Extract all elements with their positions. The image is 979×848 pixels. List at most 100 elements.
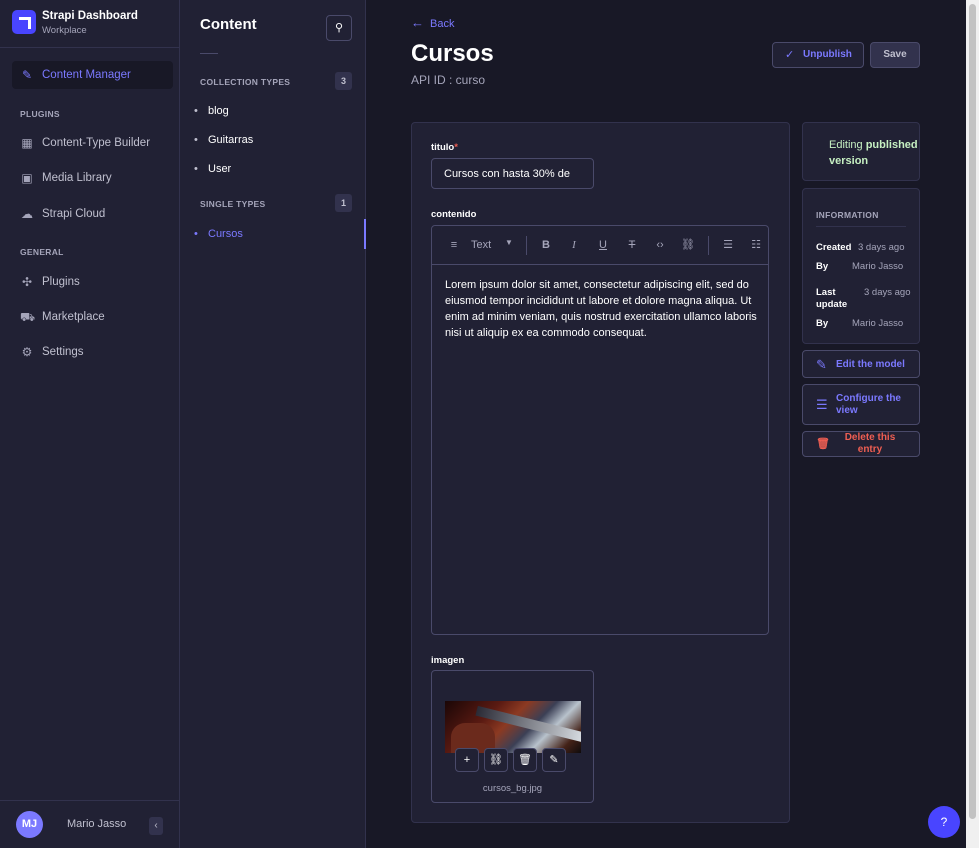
configure-view-label: Configure the view — [836, 393, 901, 416]
main-navigation: Strapi Dashboard Workplace ✎ Content Man… — [0, 0, 180, 848]
page-title: Cursos — [411, 40, 494, 67]
nav-item-settings[interactable]: ⚙ Settings — [12, 338, 173, 366]
back-label: Back — [430, 18, 455, 30]
search-icon: ⚲ — [334, 22, 344, 34]
publication-status-card: Editing published version — [802, 122, 920, 181]
image-media-field: + ⛓ 🗑 ✎ cursos_bg.jpg — [431, 670, 594, 803]
contenido-editor-content[interactable]: Lorem ipsum dolor sit amet, consectetur … — [445, 277, 759, 341]
toolbar-separator — [526, 236, 527, 255]
unpublish-button[interactable]: ✓ Unpublish — [772, 42, 864, 68]
save-button[interactable]: Save — [870, 42, 920, 68]
nav-item-label: Settings — [42, 346, 84, 358]
edit-model-button[interactable]: ✎ Edit the model — [802, 350, 920, 378]
sub-nav-item-guitarras[interactable]: Guitarras — [194, 134, 253, 146]
sub-nav-item-cursos[interactable]: Cursos — [194, 228, 243, 240]
sub-nav-item-user[interactable]: User — [194, 163, 231, 175]
created-value: 3 days ago — [858, 242, 905, 253]
link-icon: ⛓ — [489, 754, 503, 766]
single-types-header: SINGLE TYPES — [200, 199, 266, 209]
contenido-label: contenido — [431, 209, 477, 220]
updated-by-label: By — [816, 318, 829, 329]
nav-item-strapi-cloud[interactable]: ☁ Strapi Cloud — [12, 200, 173, 228]
titulo-label-text: titulo — [431, 142, 455, 153]
configure-view-button[interactable]: ☰ Configure the view — [802, 384, 920, 425]
bold-button[interactable]: B — [538, 237, 554, 253]
collection-types-header: COLLECTION TYPES — [200, 77, 291, 87]
imagen-label: imagen — [431, 655, 465, 666]
puzzle-icon: ✣ — [21, 275, 33, 289]
search-button[interactable]: ⚲ — [326, 15, 352, 41]
nav-item-label: Content Manager — [42, 69, 131, 81]
paragraph-icon: ≡ — [450, 239, 458, 251]
updated-by-value: Mario Jasso — [852, 318, 904, 329]
question-icon: ? — [940, 815, 948, 829]
help-button[interactable]: ? — [928, 806, 960, 838]
check-icon: ✓ — [785, 49, 795, 61]
brand-title: Strapi Dashboard — [42, 10, 138, 22]
cloud-icon: ☁ — [21, 207, 33, 221]
pencil-icon: ✎ — [549, 754, 559, 766]
trash-icon: 🗑 — [518, 754, 532, 766]
strikethrough-button[interactable]: T — [624, 237, 640, 253]
bullet-list-button[interactable]: ☰ — [720, 237, 736, 253]
divider — [816, 226, 906, 227]
created-by-label: By — [816, 261, 829, 272]
api-id: API ID : curso — [411, 73, 486, 87]
sub-nav-title: Content — [200, 16, 257, 33]
nav-item-media-library[interactable]: ▣ Media Library — [12, 164, 173, 192]
avatar[interactable]: MJ — [16, 811, 43, 838]
image-filename: cursos_bg.jpg — [482, 783, 543, 794]
italic-button[interactable]: I — [566, 237, 582, 253]
cart-icon: ⛟ — [20, 310, 36, 324]
image-icon: ▣ — [21, 171, 33, 185]
trash-icon: 🗑 — [816, 438, 830, 450]
numbered-list-button[interactable]: ☷ — [748, 237, 764, 253]
caret-down-icon: ▼ — [505, 238, 513, 247]
created-label: Created — [816, 242, 852, 253]
sub-nav-item-blog[interactable]: blog — [194, 105, 229, 117]
information-title: INFORMATION — [816, 210, 879, 220]
unpublish-label: Unpublish — [803, 49, 852, 60]
layout-icon: ▦ — [21, 136, 33, 150]
required-marker: * — [454, 142, 458, 153]
collection-types-count-badge: 3 — [335, 72, 352, 90]
text-style-select[interactable]: Text — [471, 239, 491, 251]
brand-subtitle: Workplace — [42, 25, 87, 36]
image-thumbnail[interactable] — [445, 701, 581, 753]
nav-section-plugins: PLUGINS — [20, 109, 60, 119]
nav-section-general: GENERAL — [20, 247, 64, 257]
delete-entry-button[interactable]: 🗑 Delete this entry — [802, 431, 920, 457]
toolbar-separator — [708, 236, 709, 255]
back-link[interactable]: ← Back — [411, 15, 454, 30]
add-media-button[interactable]: + — [455, 748, 479, 772]
scrollbar[interactable] — [966, 0, 979, 848]
underline-button[interactable]: U — [595, 237, 611, 253]
pencil-icon: ✎ — [816, 357, 827, 372]
nav-item-marketplace[interactable]: ⛟ Marketplace — [12, 303, 173, 331]
nav-item-content-manager[interactable]: ✎ Content Manager — [12, 61, 173, 89]
copy-link-button[interactable]: ⛓ — [484, 748, 508, 772]
strapi-logo-icon — [12, 10, 36, 34]
created-by-value: Mario Jasso — [852, 261, 904, 272]
delete-media-button[interactable]: 🗑 — [513, 748, 537, 772]
profile-name[interactable]: Mario Jasso — [67, 818, 126, 830]
nav-item-content-type-builder[interactable]: ▦ Content-Type Builder — [12, 129, 173, 157]
content-sub-navigation: Content ⚲ COLLECTION TYPES 3 blog Guitar… — [180, 0, 366, 848]
code-button[interactable]: ‹› — [652, 237, 668, 253]
plus-icon: + — [463, 754, 471, 766]
last-update-label: Last update — [816, 287, 848, 310]
pencil-square-icon: ✎ — [21, 68, 33, 82]
edit-media-button[interactable]: ✎ — [542, 748, 566, 772]
brand-header[interactable]: Strapi Dashboard Workplace — [0, 0, 179, 48]
nav-item-plugins[interactable]: ✣ Plugins — [12, 268, 173, 296]
scrollbar-thumb[interactable] — [969, 4, 976, 819]
nav-item-label: Marketplace — [42, 311, 105, 323]
collapse-sidebar-button[interactable]: ‹ — [149, 817, 163, 835]
single-types-count-badge: 1 — [335, 194, 352, 212]
gear-icon: ⚙ — [21, 345, 33, 359]
rich-text-editor: ≡ Text ▼ B I U T ‹› ⛓ ☰ ☷ Lorem ipsum do… — [431, 225, 769, 635]
titulo-input[interactable]: Cursos con hasta 30% de — [431, 158, 594, 189]
active-indicator — [364, 219, 366, 249]
link-button[interactable]: ⛓ — [680, 237, 696, 253]
nav-item-label: Strapi Cloud — [42, 208, 106, 220]
